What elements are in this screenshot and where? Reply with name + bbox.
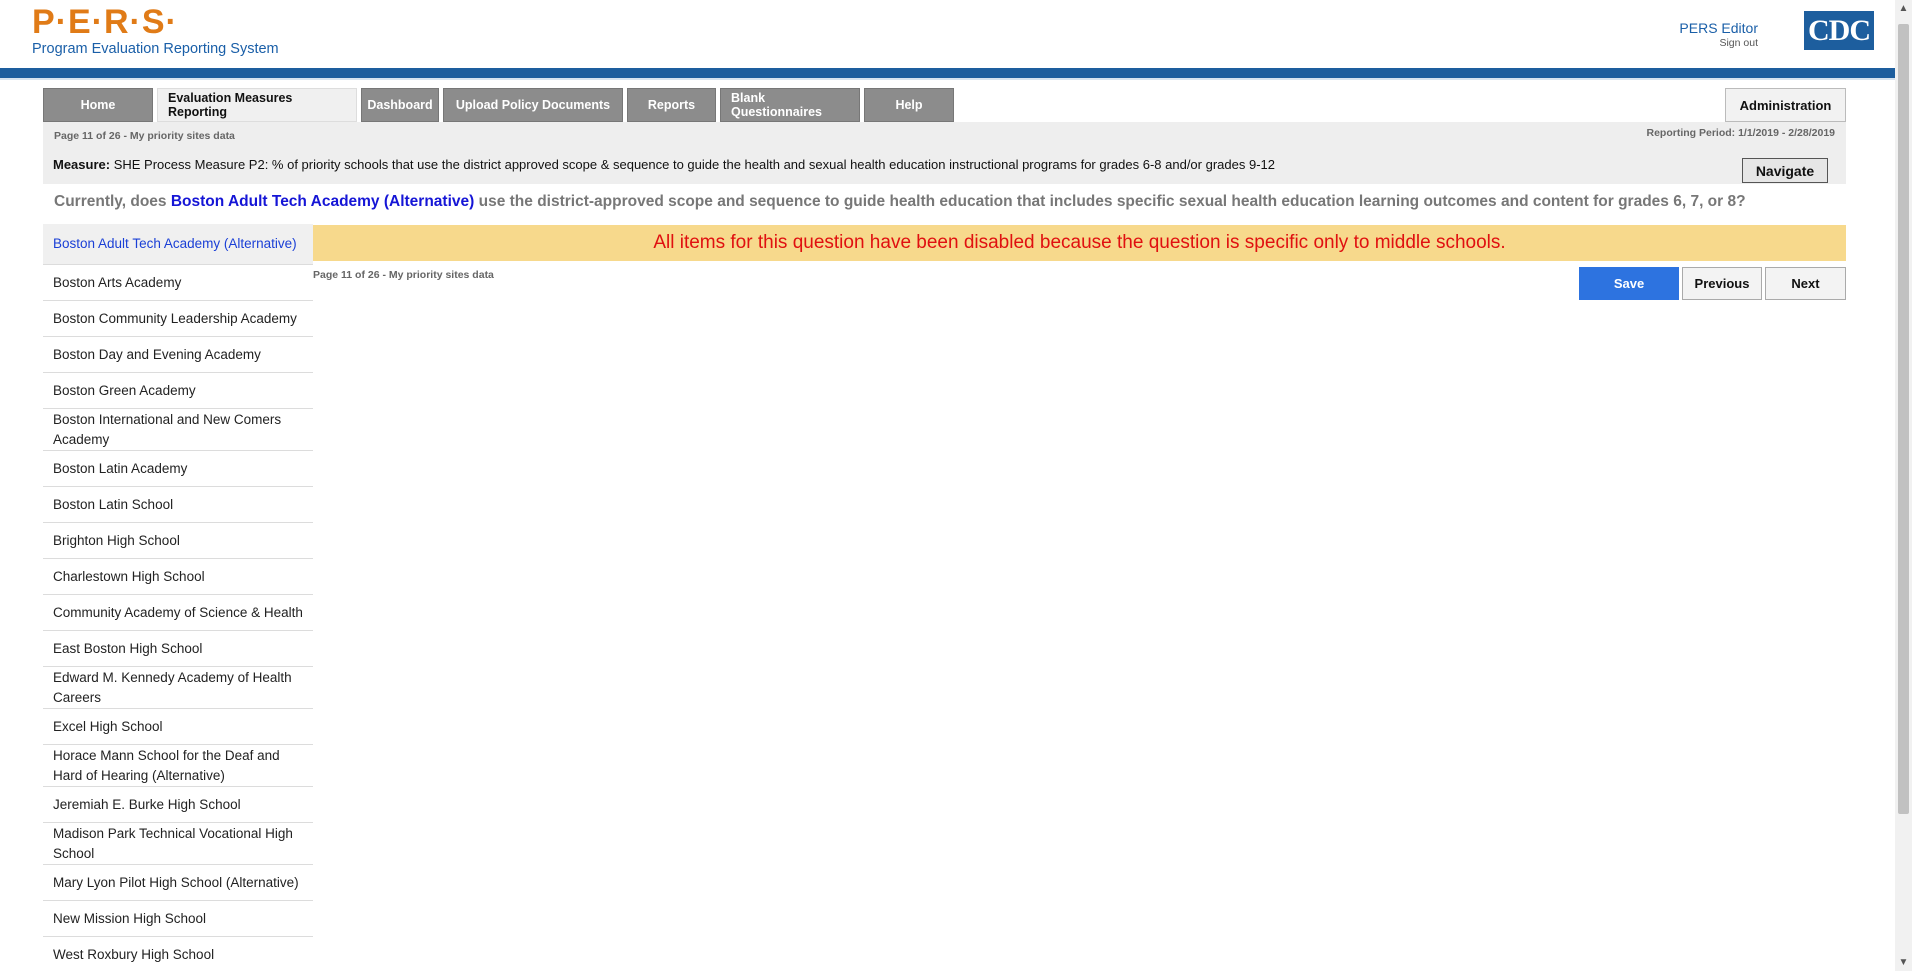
measure-text-container: Measure: SHE Process Measure P2: % of pr… — [53, 157, 1275, 172]
sidebar-item-horace-mann-school[interactable]: Horace Mann School for the Deaf and Hard… — [43, 745, 313, 787]
main-tabs: Home Evaluation Measures Reporting Dashb… — [43, 88, 954, 122]
previous-button[interactable]: Previous — [1682, 267, 1762, 300]
page-scrollbar[interactable]: ▲ ▼ — [1895, 0, 1912, 971]
sidebar-item-boston-community-leadership-academy[interactable]: Boston Community Leadership Academy — [43, 301, 313, 337]
scrollbar-thumb[interactable] — [1898, 24, 1909, 814]
navigate-button[interactable]: Navigate — [1742, 158, 1828, 183]
sidebar-item-boston-arts-academy[interactable]: Boston Arts Academy — [43, 265, 313, 301]
measure-text: SHE Process Measure P2: % of priority sc… — [113, 157, 1275, 172]
cdc-logo-text: CDC — [1808, 13, 1871, 47]
measure-label: Measure: — [53, 157, 111, 172]
page-indicator-bottom: Page 11 of 26 - My priority sites data — [313, 269, 494, 281]
pers-logo[interactable]: P·E·R·S· Program Evaluation Reporting Sy… — [32, 4, 279, 57]
tab-dashboard[interactable]: Dashboard — [361, 88, 439, 122]
app-header: P·E·R·S· Program Evaluation Reporting Sy… — [0, 0, 1895, 68]
disabled-notice: All items for this question have been di… — [313, 225, 1846, 261]
sidebar-item-edward-m-kennedy-academy[interactable]: Edward M. Kennedy Academy of Health Care… — [43, 667, 313, 709]
sidebar-item-boston-day-and-evening-academy[interactable]: Boston Day and Evening Academy — [43, 337, 313, 373]
sidebar-item-west-roxbury-high-school[interactable]: West Roxbury High School — [43, 937, 313, 971]
question-prefix: Currently, does — [54, 193, 171, 210]
scroll-down-arrow-icon[interactable]: ▼ — [1895, 954, 1912, 971]
sidebar-item-excel-high-school[interactable]: Excel High School — [43, 709, 313, 745]
save-button[interactable]: Save — [1579, 267, 1679, 300]
sidebar-item-boston-adult-tech-academy[interactable]: Boston Adult Tech Academy (Alternative) — [43, 224, 313, 265]
logo-text: P·E·R·S· — [32, 3, 178, 41]
sidebar-item-charlestown-high-school[interactable]: Charlestown High School — [43, 559, 313, 595]
scroll-up-arrow-icon[interactable]: ▲ — [1895, 0, 1912, 17]
user-box: PERS Editor Sign out — [1679, 20, 1758, 49]
question-block: Currently, does Boston Adult Tech Academ… — [43, 184, 1846, 224]
sign-out-link[interactable]: Sign out — [1679, 37, 1758, 49]
school-list-sidebar: Boston Adult Tech Academy (Alternative) … — [43, 224, 313, 971]
tab-reports[interactable]: Reports — [627, 88, 716, 122]
page-indicator: Page 11 of 26 - My priority sites data — [54, 130, 235, 142]
tab-evaluation-measures-reporting[interactable]: Evaluation Measures Reporting — [157, 88, 357, 122]
info-bar: Page 11 of 26 - My priority sites data R… — [43, 122, 1846, 148]
cdc-logo: CDC — [1804, 11, 1874, 50]
logo-subtitle: Program Evaluation Reporting System — [32, 41, 279, 57]
administration-button[interactable]: Administration — [1725, 88, 1846, 122]
sidebar-item-madison-park-technical-vocational[interactable]: Madison Park Technical Vocational High S… — [43, 823, 313, 865]
sidebar-item-community-academy-of-science-health[interactable]: Community Academy of Science & Health — [43, 595, 313, 631]
next-button[interactable]: Next — [1765, 267, 1846, 300]
sidebar-item-boston-green-academy[interactable]: Boston Green Academy — [43, 373, 313, 409]
header-divider — [0, 68, 1895, 78]
sidebar-item-new-mission-high-school[interactable]: New Mission High School — [43, 901, 313, 937]
sidebar-item-boston-international-and-new-comers-academy[interactable]: Boston International and New Comers Acad… — [43, 409, 313, 451]
reporting-period: Reporting Period: 1/1/2019 - 2/28/2019 — [1646, 127, 1836, 139]
sidebar-item-boston-latin-academy[interactable]: Boston Latin Academy — [43, 451, 313, 487]
tab-home[interactable]: Home — [43, 88, 153, 122]
measure-bar: Measure: SHE Process Measure P2: % of pr… — [43, 148, 1846, 184]
sidebar-item-jeremiah-e-burke-high-school[interactable]: Jeremiah E. Burke High School — [43, 787, 313, 823]
question-school-name: Boston Adult Tech Academy (Alternative) — [170, 193, 475, 210]
tab-help[interactable]: Help — [864, 88, 954, 122]
question-text: Currently, does Boston Adult Tech Academ… — [54, 193, 1746, 211]
question-suffix: use the district-approved scope and sequ… — [474, 193, 1746, 210]
sidebar-item-boston-latin-school[interactable]: Boston Latin School — [43, 487, 313, 523]
user-name: PERS Editor — [1679, 20, 1758, 36]
sidebar-item-brighton-high-school[interactable]: Brighton High School — [43, 523, 313, 559]
sidebar-item-mary-lyon-pilot-high-school[interactable]: Mary Lyon Pilot High School (Alternative… — [43, 865, 313, 901]
header-divider-thin — [0, 78, 1895, 80]
sidebar-item-east-boston-high-school[interactable]: East Boston High School — [43, 631, 313, 667]
tab-upload-policy-documents[interactable]: Upload Policy Documents — [443, 88, 623, 122]
tab-blank-questionnaires[interactable]: Blank Questionnaires — [720, 88, 860, 122]
